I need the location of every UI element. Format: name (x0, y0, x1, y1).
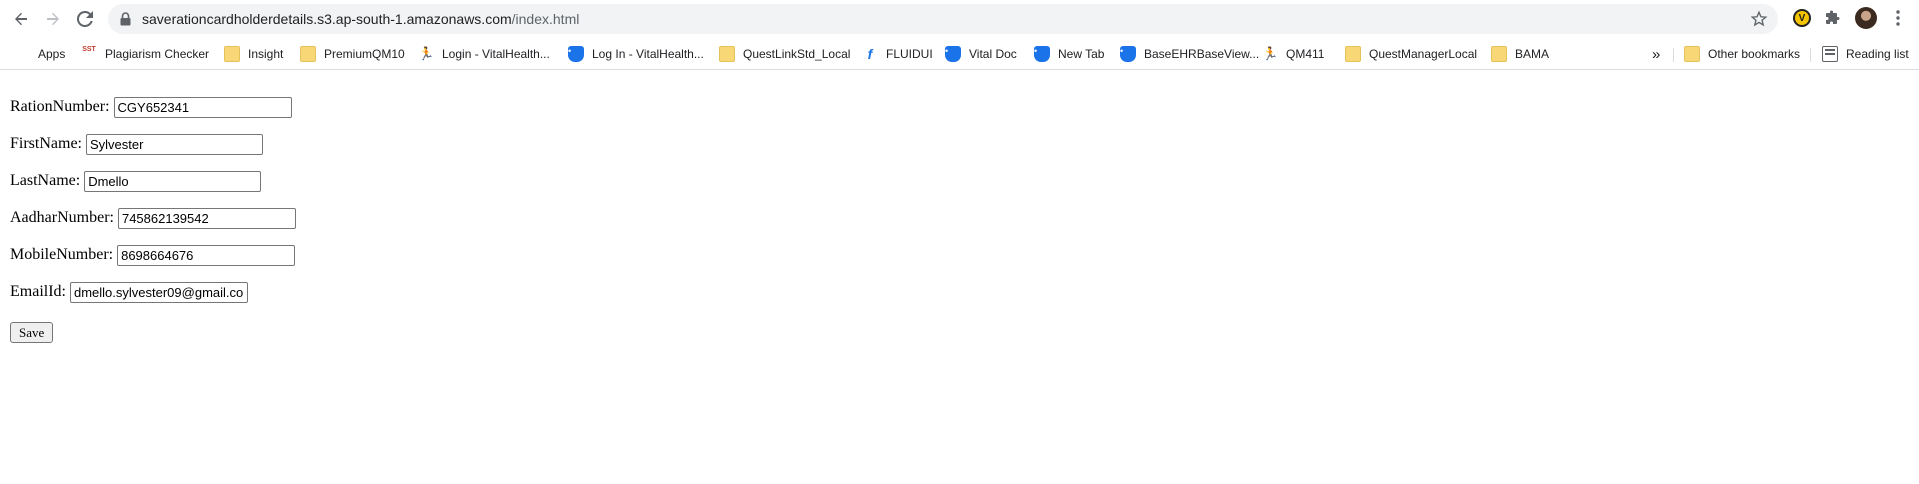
bookmark-label: Other bookmarks (1708, 47, 1801, 61)
reading-list-icon (1822, 46, 1838, 62)
menu-kebab-icon[interactable] (1888, 8, 1908, 28)
mobile-number-input[interactable] (117, 244, 296, 266)
folder-icon (719, 46, 735, 62)
bookmark-label: Login - VitalHealth... (442, 47, 550, 61)
lock-icon[interactable] (120, 12, 131, 31)
last-name-label: LastName: (10, 172, 81, 189)
bookmark-label: Apps (38, 47, 66, 61)
bookmark-label: BaseEHRBaseView... (1144, 47, 1260, 61)
email-id-label: EmailId: (10, 283, 66, 300)
mobile-number-row: MobileNumber: (10, 244, 296, 266)
folder-icon (1345, 46, 1361, 62)
bookmark-star-icon[interactable] (1750, 10, 1768, 33)
bookmark-label: New Tab (1058, 47, 1105, 61)
runner-icon: 🏃 (1262, 46, 1279, 61)
sst-icon: SST (82, 46, 96, 53)
last-name-row: LastName: (10, 170, 262, 192)
email-id-row: EmailId: (10, 281, 248, 303)
shield-icon: • (1034, 46, 1050, 62)
shield-icon: • (1120, 46, 1136, 62)
bookmark-label: Plagiarism Checker (105, 47, 210, 61)
folder-icon (1684, 46, 1700, 62)
bookmark-plagiarism-checker[interactable]: SST Plagiarism Checker (81, 44, 209, 64)
url-text[interactable]: saverationcardholderdetails.s3.ap-south-… (142, 11, 579, 27)
folder-icon (300, 46, 316, 62)
bookmark-label: QuestLinkStd_Local (743, 47, 851, 61)
forward-arrow-icon[interactable] (41, 7, 65, 31)
aadhar-number-input[interactable] (117, 207, 296, 229)
bookmarks-divider (1673, 48, 1674, 62)
bookmark-baseehrbaseview[interactable]: • BaseEHRBaseView... (1120, 44, 1259, 64)
bookmark-bama[interactable]: BAMA (1491, 44, 1549, 64)
last-name-input[interactable] (84, 170, 262, 192)
extension-v-label: V (1793, 9, 1811, 27)
puzzle-icon[interactable] (1823, 8, 1843, 28)
url-host: saverationcardholderdetails.s3.ap-south-… (142, 11, 512, 27)
bookmark-label: Insight (248, 47, 284, 61)
bookmark-label: Log In - VitalHealth... (592, 47, 704, 61)
email-id-input[interactable] (69, 281, 248, 303)
bookmark-login-vitalhealth[interactable]: 🏃 Login - VitalHealth... (418, 44, 550, 64)
bookmark-label: Vital Doc (969, 47, 1017, 61)
bookmarks-divider (1810, 48, 1811, 62)
first-name-row: FirstName: (10, 133, 263, 155)
first-name-input[interactable] (86, 133, 263, 155)
bookmark-qm411[interactable]: 🏃 QM411 (1262, 44, 1324, 64)
bookmarks-bar: Apps SST Plagiarism Checker Insight Prem… (0, 38, 1919, 70)
save-button[interactable]: Save (10, 322, 54, 343)
reading-list-label: Reading list (1846, 47, 1909, 61)
bookmark-log-in-vitalhealth[interactable]: • Log In - VitalHealth... (568, 44, 704, 64)
profile-avatar[interactable] (1855, 7, 1877, 29)
ration-number-row: RationNumber: (10, 96, 292, 118)
back-arrow-icon[interactable] (9, 7, 33, 31)
bookmark-apps[interactable]: Apps (14, 44, 65, 64)
bookmark-fluidui[interactable]: f FLUIDUI (862, 44, 933, 64)
folder-icon (1491, 46, 1507, 62)
ration-number-label: RationNumber: (10, 98, 110, 115)
shield-icon: • (945, 46, 961, 62)
runner-icon: 🏃 (418, 46, 435, 61)
f-icon: f (867, 46, 873, 62)
bookmark-label: QM411 (1286, 47, 1325, 61)
bookmark-other-bookmarks[interactable]: Other bookmarks (1684, 44, 1800, 64)
first-name-label: FirstName: (10, 135, 82, 152)
overflow-chevron-label: » (1652, 45, 1661, 63)
mobile-number-label: MobileNumber: (10, 246, 114, 263)
bookmark-label: PremiumQM10 (324, 47, 405, 61)
address-bar[interactable]: saverationcardholderdetails.s3.ap-south-… (108, 4, 1778, 34)
bookmark-label: QuestManagerLocal (1369, 47, 1478, 61)
aadhar-number-row: AadharNumber: (10, 207, 296, 229)
extension-v-icon[interactable]: V (1792, 8, 1812, 28)
aadhar-number-label: AadharNumber: (10, 209, 114, 226)
folder-icon (224, 46, 240, 62)
url-path: /index.html (511, 11, 580, 27)
bookmarks-overflow-chevron-icon[interactable]: » (1652, 44, 1660, 64)
reload-icon[interactable] (73, 7, 97, 31)
bookmark-label: FLUIDUI (886, 47, 933, 61)
bookmark-questmanagerlocal[interactable]: QuestManagerLocal (1345, 44, 1477, 64)
bookmark-questlinkstd-local[interactable]: QuestLinkStd_Local (719, 44, 850, 64)
shield-icon: • (568, 46, 584, 62)
bookmark-vital-doc[interactable]: • Vital Doc (945, 44, 1017, 64)
apps-grid-icon (14, 46, 30, 62)
bookmark-new-tab[interactable]: • New Tab (1034, 44, 1104, 64)
browser-toolbar: saverationcardholderdetails.s3.ap-south-… (0, 0, 1919, 38)
bookmark-label: BAMA (1515, 47, 1550, 61)
ration-number-input[interactable] (113, 96, 292, 118)
reading-list[interactable]: Reading list (1822, 44, 1909, 64)
bookmark-insight[interactable]: Insight (224, 44, 283, 64)
bookmark-premiumqm10[interactable]: PremiumQM10 (300, 44, 405, 64)
